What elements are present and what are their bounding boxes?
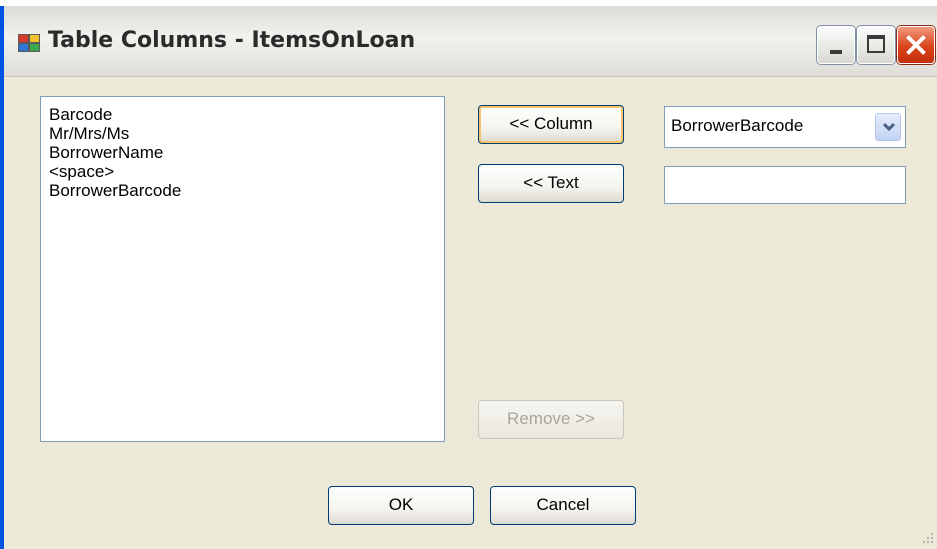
list-item[interactable]: Barcode [49, 105, 436, 124]
app-icon[interactable] [18, 34, 40, 52]
remove-button[interactable]: Remove >> [478, 400, 624, 439]
ok-button[interactable]: OK [328, 486, 474, 525]
resize-grip[interactable] [921, 533, 933, 545]
minimize-button[interactable] [817, 26, 855, 64]
list-item[interactable]: BorrowerName [49, 143, 436, 162]
close-button[interactable] [897, 26, 935, 64]
list-item[interactable]: Mr/Mrs/Ms [49, 124, 436, 143]
column-select[interactable]: BorrowerBarcode [664, 106, 906, 148]
text-input[interactable] [664, 166, 906, 204]
cancel-button[interactable]: Cancel [490, 486, 636, 525]
maximize-icon [867, 35, 885, 53]
add-text-button[interactable]: << Text [478, 164, 624, 203]
title-bar[interactable]: Table Columns - ItemsOnLoan [4, 6, 937, 77]
list-item[interactable]: BorrowerBarcode [49, 181, 436, 200]
column-listbox[interactable]: Barcode Mr/Mrs/Ms BorrowerName <space> B… [40, 96, 445, 442]
add-column-button[interactable]: << Column [478, 105, 624, 144]
maximize-button[interactable] [857, 26, 895, 64]
close-icon [898, 27, 934, 63]
list-item[interactable]: <space> [49, 162, 436, 181]
chevron-down-icon [882, 122, 896, 132]
dropdown-arrow-button[interactable] [875, 113, 901, 141]
window-title: Table Columns - ItemsOnLoan [48, 28, 416, 53]
dialog-window: Table Columns - ItemsOnLoan Barcode Mr/M… [0, 6, 937, 549]
minimize-icon [830, 50, 842, 54]
column-select-value: BorrowerBarcode [671, 116, 804, 135]
